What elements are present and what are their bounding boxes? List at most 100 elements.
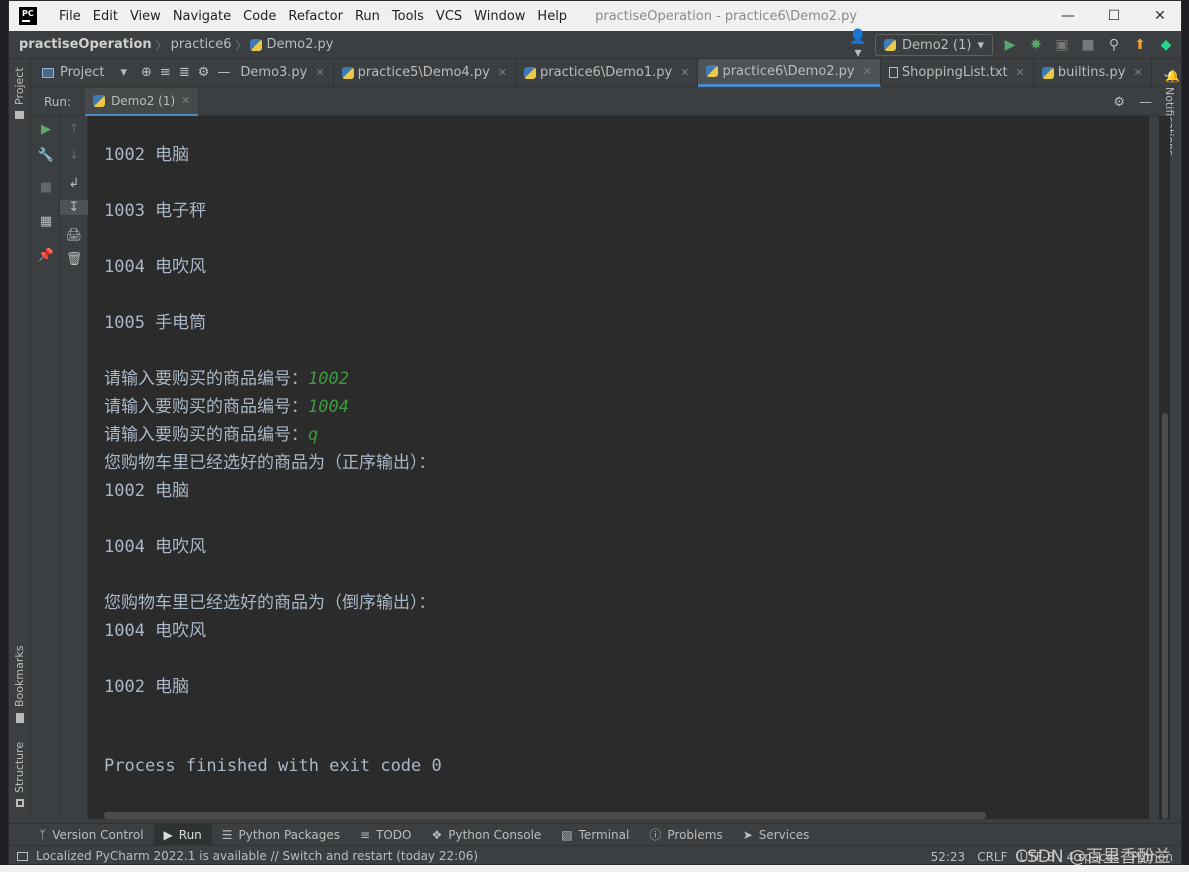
python-file-icon <box>341 66 354 79</box>
console-output[interactable]: 1002 电脑 1003 电子秤 1004 电吹风 1005 手电筒 请输入要购… <box>88 116 1149 819</box>
console-line: 1005 手电筒 <box>104 313 207 333</box>
run-config-select[interactable]: Demo2 (1) ▾ <box>875 34 993 56</box>
menu-file[interactable]: File <box>53 9 87 24</box>
tab-label: practice6\Demo1.py <box>540 65 673 80</box>
problems-button[interactable]: ⓘ Problems <box>639 824 732 846</box>
todo-button[interactable]: ≡ TODO <box>350 824 422 846</box>
chevron-down-icon[interactable]: ⌄ <box>1162 66 1172 80</box>
menu-run[interactable]: Run <box>349 9 386 24</box>
bottom-tool-bar: ᛉ Version Control ▶ Run ☰ Python Package… <box>9 823 1181 846</box>
run-tool-button[interactable]: ▶ Run <box>153 823 212 846</box>
left-tool-strip: Project Bookmarks Structure <box>9 59 31 819</box>
print-icon[interactable]: 🖨 <box>60 228 88 243</box>
expand-all-icon[interactable]: ≡ <box>160 65 171 80</box>
breadcrumb-file[interactable]: Demo2.py <box>262 37 333 52</box>
hide-icon[interactable]: — <box>1139 95 1152 110</box>
tab-shoppinglist[interactable]: ShoppingList.txt ✕ <box>881 58 1034 87</box>
collapse-all-icon[interactable]: ≣ <box>179 65 190 80</box>
update-icon[interactable]: ⬆ <box>1131 37 1149 53</box>
folder-icon <box>15 111 24 119</box>
layout-icon[interactable]: ▦ <box>32 214 60 229</box>
close-tab-icon[interactable]: ✕ <box>680 66 689 79</box>
python-packages-button[interactable]: ☰ Python Packages <box>212 824 350 846</box>
scroll-to-end-icon[interactable]: ↧ <box>60 200 88 215</box>
menu-edit[interactable]: Edit <box>87 9 124 24</box>
close-icon[interactable]: ✕ <box>1137 1 1181 31</box>
console-user-input: 1004 <box>308 397 349 417</box>
line-separator[interactable]: CRLF <box>977 850 1007 864</box>
menu-tools[interactable]: Tools <box>386 9 430 24</box>
horizontal-scrollbar[interactable] <box>104 812 986 819</box>
wrench-icon[interactable]: 🔧 <box>32 148 60 163</box>
vertical-scrollbar[interactable] <box>1159 116 1170 819</box>
console-line: 1002 电脑 <box>104 481 190 501</box>
tab-builtins[interactable]: builtins.py ✕ <box>1034 58 1152 87</box>
maximize-icon[interactable]: ☐ <box>1091 1 1137 31</box>
project-tool-button[interactable]: Project <box>13 67 26 105</box>
console-line: 1004 电吹风 <box>104 257 207 277</box>
arrow-up-icon[interactable]: ↑ <box>60 122 88 137</box>
menu-help[interactable]: Help <box>531 9 573 24</box>
close-tab-icon[interactable]: ✕ <box>1133 66 1142 79</box>
project-view-button[interactable]: Project ▾ <box>32 59 135 87</box>
stop-icon[interactable]: ■ <box>1079 37 1097 53</box>
tab-practice6-demo2[interactable]: practice6\Demo2.py ✕ <box>698 58 881 87</box>
arrow-down-icon[interactable]: ↓ <box>60 148 88 163</box>
run-tab-demo2[interactable]: Demo2 (1) ✕ <box>85 87 199 116</box>
structure-tool-button[interactable]: Structure <box>13 742 26 793</box>
user-icon[interactable]: 👤▾ <box>849 29 867 61</box>
menu-window[interactable]: Window <box>468 9 531 24</box>
menu-refactor[interactable]: Refactor <box>282 9 349 24</box>
gear-icon[interactable]: ⚙ <box>198 65 210 80</box>
close-tab-icon[interactable]: ✕ <box>498 66 507 79</box>
soft-wrap-icon[interactable]: ↲ <box>60 176 88 191</box>
target-icon[interactable]: ⊕ <box>141 65 152 80</box>
caret-position[interactable]: 52:23 <box>931 850 966 864</box>
debug-icon[interactable]: ✸ <box>1027 37 1045 53</box>
close-tab-icon[interactable]: ✕ <box>315 66 324 79</box>
status-bar: Localized PyCharm 2022.1 is available //… <box>9 845 1181 864</box>
title-bar: PC File Edit View Navigate Code Refactor… <box>9 1 1181 31</box>
close-tab-icon[interactable]: ✕ <box>1016 66 1025 79</box>
menu-navigate[interactable]: Navigate <box>167 9 237 24</box>
version-control-button[interactable]: ᛉ Version Control <box>9 824 154 846</box>
tool-label: Python Console <box>448 827 542 842</box>
hide-icon[interactable]: — <box>217 65 230 80</box>
console-line: 您购物车里已经选好的商品为（正序输出）： <box>104 453 436 473</box>
info-icon: ⓘ <box>649 828 662 842</box>
chevron-down-icon: ▾ <box>977 37 984 53</box>
services-button[interactable]: ➤ Services <box>733 824 820 846</box>
coverage-icon[interactable]: ▣ <box>1053 37 1071 53</box>
minimize-icon[interactable]: — <box>1045 1 1091 31</box>
play-icon: ▶ <box>163 827 173 842</box>
jetbrains-icon[interactable]: ◆ <box>1157 37 1175 53</box>
breadcrumb-folder[interactable]: practice6 <box>171 37 232 52</box>
run-icon[interactable]: ▶ <box>1001 37 1019 53</box>
breadcrumb-project[interactable]: practiseOperation <box>9 37 152 52</box>
stop-icon[interactable]: ■ <box>32 180 60 195</box>
tab-practice6-demo1[interactable]: practice6\Demo1.py ✕ <box>516 58 699 87</box>
menu-view[interactable]: View <box>124 9 167 24</box>
close-tab-icon[interactable]: ✕ <box>863 65 872 78</box>
search-icon[interactable]: ⚲ <box>1105 37 1123 53</box>
close-tab-icon[interactable]: ✕ <box>181 94 190 107</box>
background-strip <box>0 865 1189 872</box>
menu-code[interactable]: Code <box>237 9 282 24</box>
status-message[interactable]: Localized PyCharm 2022.1 is available //… <box>9 849 478 863</box>
tab-practice5-demo4[interactable]: practice5\Demo4.py ✕ <box>334 58 517 87</box>
pycharm-logo-icon: PC <box>19 7 37 25</box>
console-line: 请输入要购买的商品编号：1004 <box>104 392 349 417</box>
python-console-button[interactable]: ❖ Python Console <box>421 824 551 846</box>
terminal-button[interactable]: ▧ Terminal <box>551 824 639 846</box>
tab-demo3[interactable]: Demo3.py ✕ <box>236 58 334 87</box>
project-icon <box>42 67 54 78</box>
run-panel-label: Run: <box>44 94 72 109</box>
scrollbar-thumb[interactable] <box>1162 413 1168 819</box>
pin-icon[interactable]: 📌 <box>32 248 60 263</box>
rerun-icon[interactable]: ▶ <box>32 122 60 137</box>
run-config-label: Demo2 (1) <box>902 37 972 53</box>
gear-icon[interactable]: ⚙ <box>1113 95 1125 110</box>
trash-icon[interactable]: 🗑 <box>60 252 88 267</box>
bookmarks-tool-button[interactable]: Bookmarks <box>13 646 26 707</box>
menu-vcs[interactable]: VCS <box>430 9 468 24</box>
